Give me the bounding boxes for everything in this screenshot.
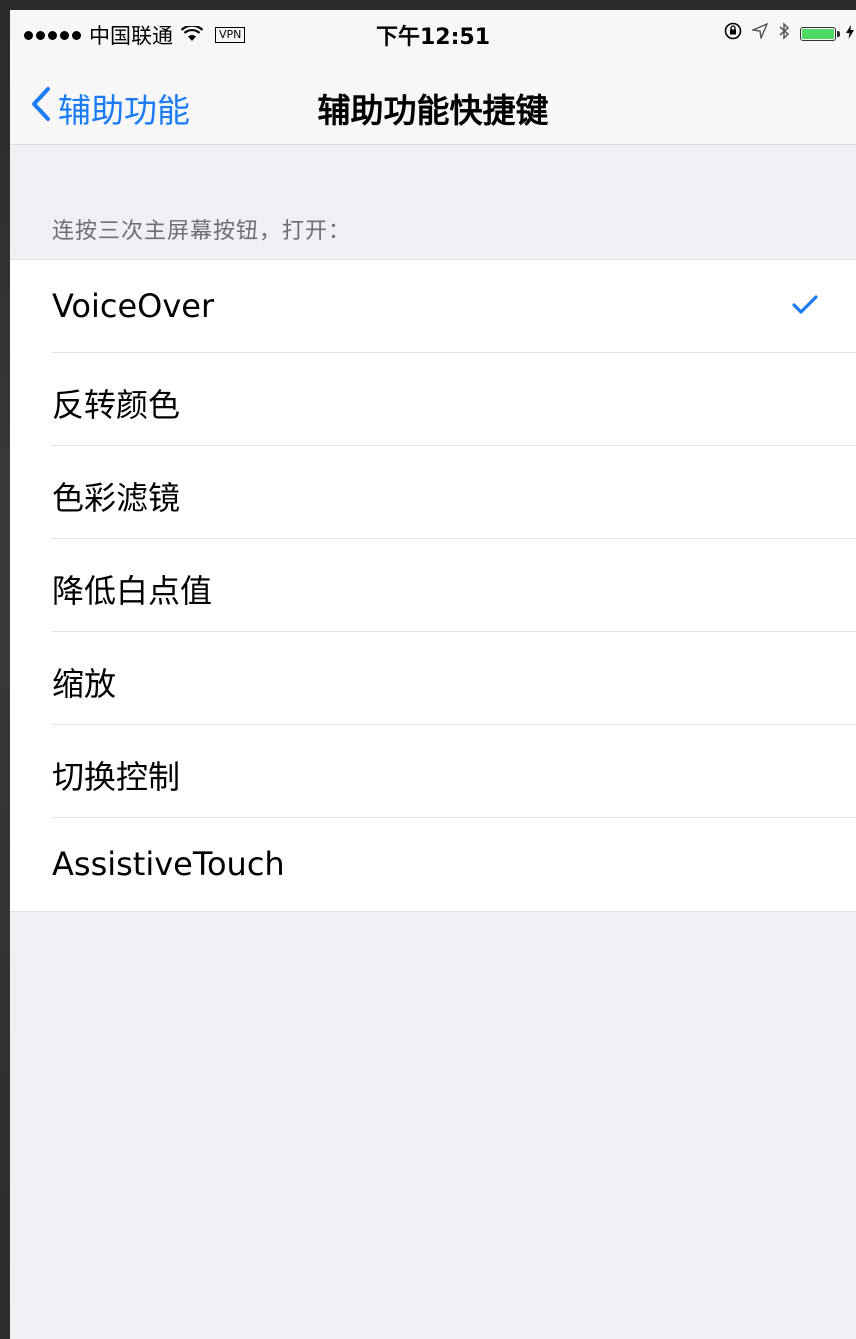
status-right (724, 22, 854, 45)
option-label: VoiceOver (52, 287, 215, 325)
orientation-lock-icon (724, 22, 742, 45)
section-header: 连按三次主屏幕按钮，打开： (52, 219, 352, 244)
option-color-filters[interactable]: 色彩滤镜 (10, 446, 856, 539)
device-frame: 中国联通 VPN 下午12:51 辅助功能 辅助功能快捷键 连按三次主屏幕按钮，… (0, 0, 856, 1339)
option-label: 缩放 (52, 665, 117, 703)
charging-icon (846, 23, 854, 44)
battery-icon (800, 26, 840, 41)
page-title: 辅助功能快捷键 (317, 91, 549, 130)
navigation-bar: 辅助功能 辅助功能快捷键 (10, 54, 856, 145)
option-assistivetouch[interactable]: AssistiveTouch (10, 818, 856, 911)
option-label: 色彩滤镜 (52, 479, 181, 517)
option-label: AssistiveTouch (52, 845, 285, 883)
option-label: 反转颜色 (52, 386, 181, 424)
option-invert-colors[interactable]: 反转颜色 (10, 353, 856, 446)
option-voiceover[interactable]: VoiceOver (10, 260, 856, 353)
option-label: 降低白点值 (52, 572, 213, 610)
option-label: 切换控制 (52, 758, 181, 796)
bluetooth-icon (778, 22, 790, 45)
option-switch-control[interactable]: 切换控制 (10, 725, 856, 818)
screen: 中国联通 VPN 下午12:51 辅助功能 辅助功能快捷键 连按三次主屏幕按钮，… (10, 10, 856, 1339)
shortcut-options-list: VoiceOver 反转颜色 色彩滤镜 降低白点值 缩放 切换控制 Assist… (10, 259, 856, 912)
option-zoom[interactable]: 缩放 (10, 632, 856, 725)
status-bar: 中国联通 VPN 下午12:51 (10, 10, 856, 54)
location-icon (750, 22, 769, 44)
checkmark-icon (792, 294, 818, 320)
option-reduce-white-point[interactable]: 降低白点值 (10, 539, 856, 632)
